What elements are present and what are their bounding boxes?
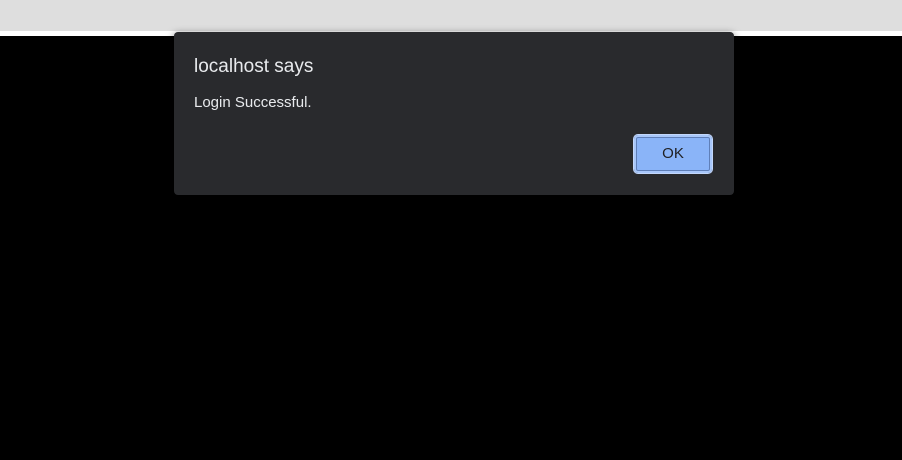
alert-title: localhost says: [194, 56, 314, 77]
alert-message: Login Successful.: [194, 94, 312, 111]
alert-dialog: localhost says Login Successful. OK: [174, 32, 734, 195]
browser-toolbar: [0, 0, 902, 31]
ok-button[interactable]: OK: [633, 134, 713, 174]
